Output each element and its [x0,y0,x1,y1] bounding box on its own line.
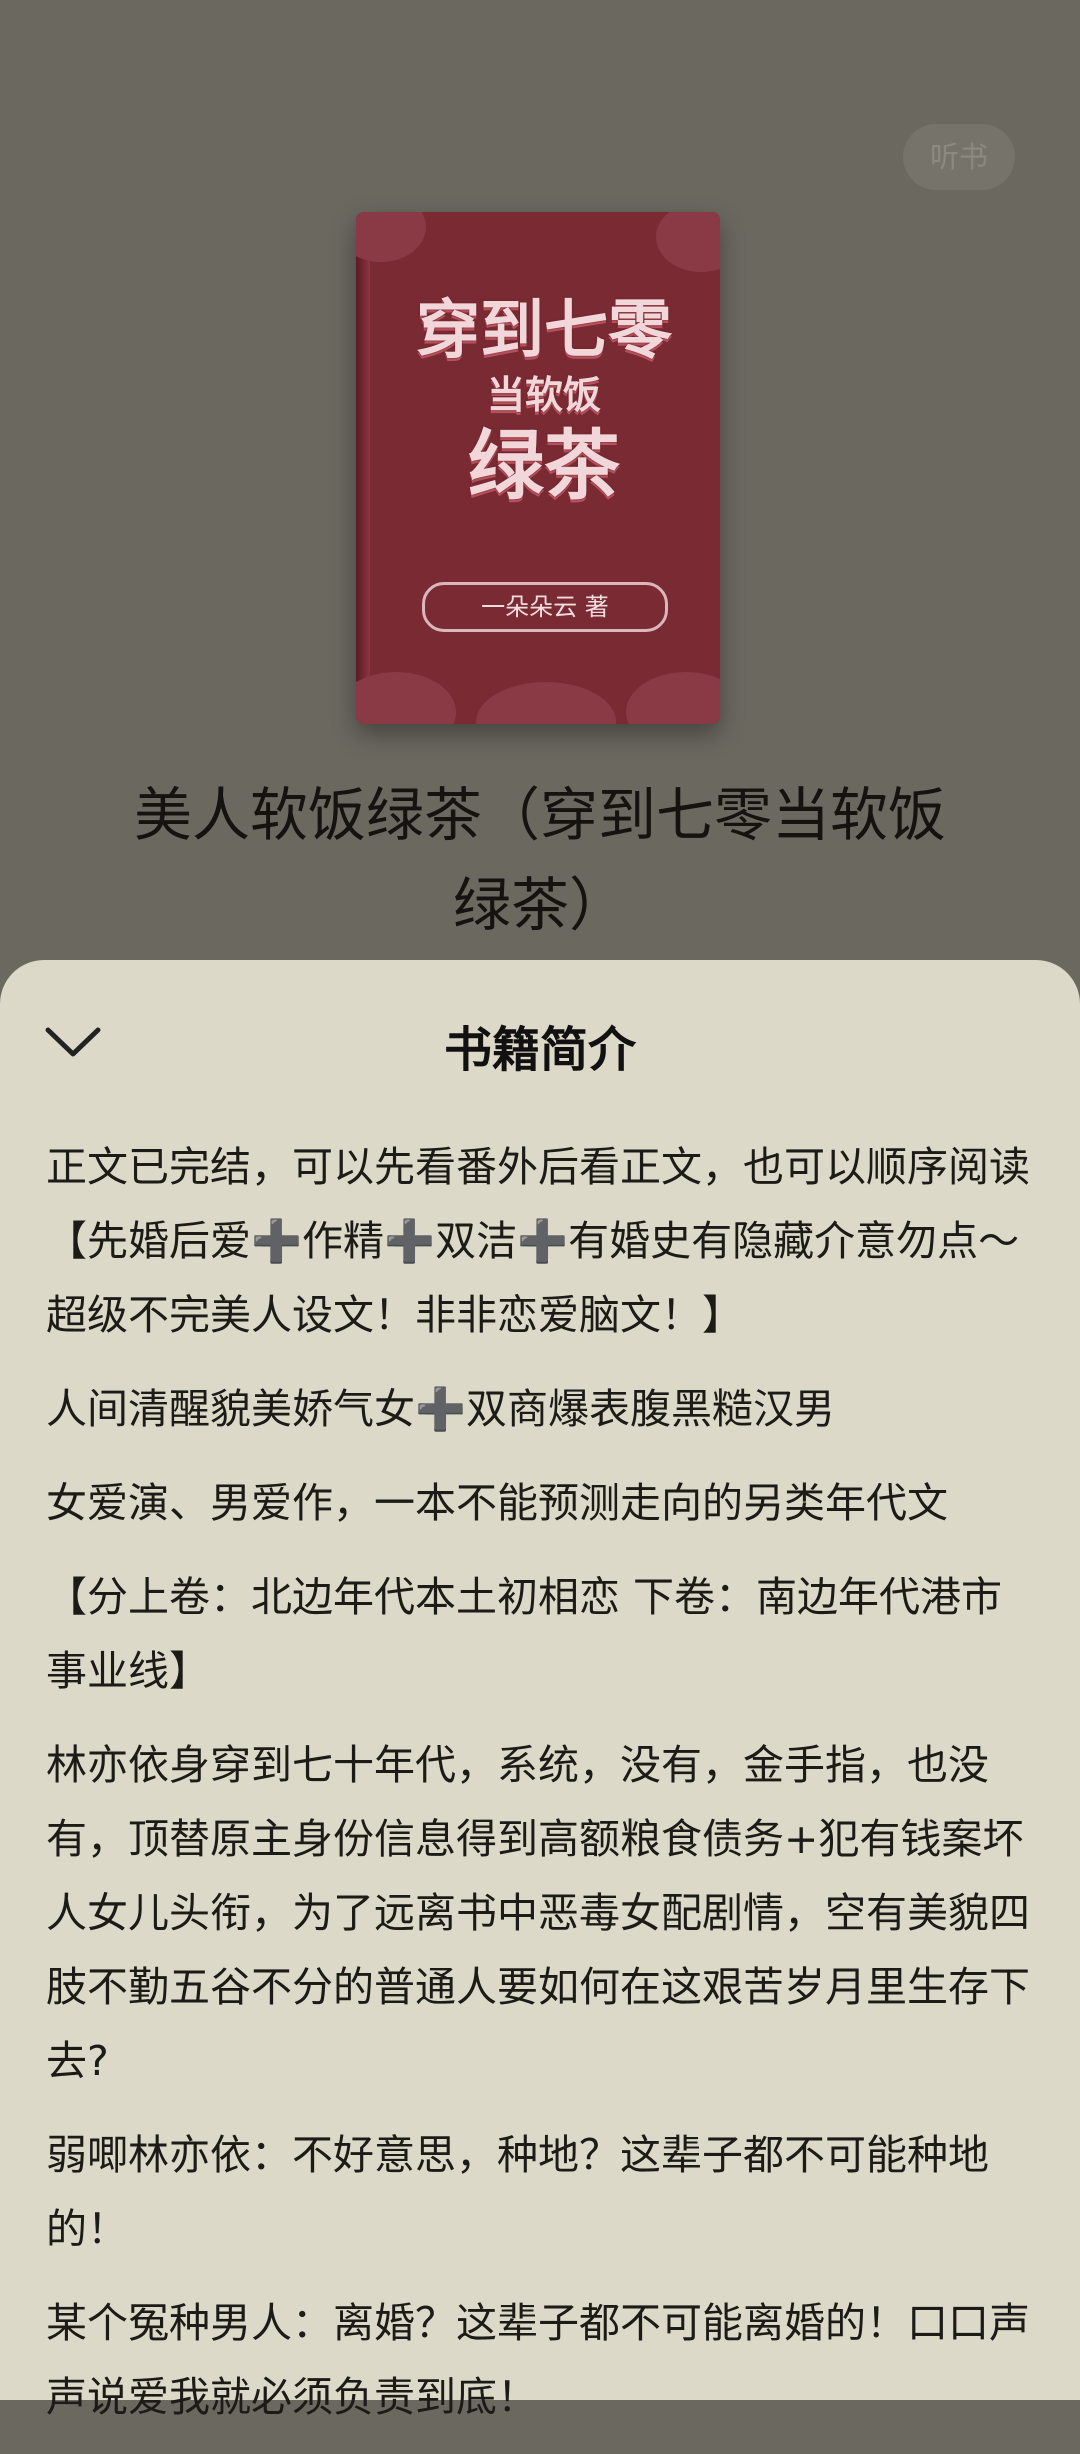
book-cover[interactable]: 穿到七零 当软饭 绿茶 一朵朵云 著 [356,212,720,724]
chevron-down-icon[interactable] [40,1008,106,1074]
intro-text: 正文已完结，可以先看番外后看正文，也可以顺序阅读【先婚后爱➕作精➕双洁➕有婚史有… [46,1130,1036,2454]
intro-paragraph: 女爱演、男爱作，一本不能预测走向的另类年代文 [46,1479,948,1527]
cover-title-line3: 绿茶 [468,421,620,510]
intro-paragraph: 【分上卷：北边年代本土初相恋 下卷：南边年代港市事业线】 [46,1573,1003,1695]
cover-decoration [356,212,426,262]
cover-decoration [356,672,456,724]
intro-paragraph: 林亦依身穿到七十年代，系统，没有，金手指，也没有，顶替原主身份信息得到高额粮食债… [46,1741,1030,2085]
cover-title-line1: 穿到七零 [416,294,672,368]
cover-decoration [476,682,616,724]
book-title: 美人软饭绿茶（穿到七零当软饭绿茶） [133,781,946,939]
intro-paragraph: 正文已完结，可以先看番外后看正文，也可以顺序阅读【先婚后爱➕作精➕双洁➕有婚史有… [46,1143,1030,1339]
cover-author: 一朵朵云 著 [422,582,668,632]
intro-paragraph: 弱唧林亦依：不好意思，种地？这辈子都不可能种地的！ [46,2131,989,2253]
cover-title: 穿到七零 当软饭 绿茶 [384,292,704,512]
intro-paragraph: 人间清醒貌美娇气女➕双商爆表腹黑糙汉男 [46,1385,836,1433]
book-detail-page: 听书 穿到七零 当软饭 绿茶 一朵朵云 著 美人软饭绿茶（穿到七零当软饭绿茶） [0,0,1080,1000]
cover-decoration [626,672,720,724]
cover-title-line2: 当软饭 [486,373,601,417]
sheet-header: 书籍简介 [0,960,1080,1100]
cover-spine [356,212,370,724]
sheet-title: 书籍简介 [443,1022,636,1078]
intro-paragraph: 某个冤种男人：离婚？这辈子都不可能离婚的！口口声声说爱我就必须负责到底！ [46,2299,1030,2421]
cover-decoration [656,212,720,272]
listen-button[interactable]: 听书 [903,124,1015,190]
book-intro-sheet: 书籍简介 正文已完结，可以先看番外后看正文，也可以顺序阅读【先婚后爱➕作精➕双洁… [0,960,1080,2421]
